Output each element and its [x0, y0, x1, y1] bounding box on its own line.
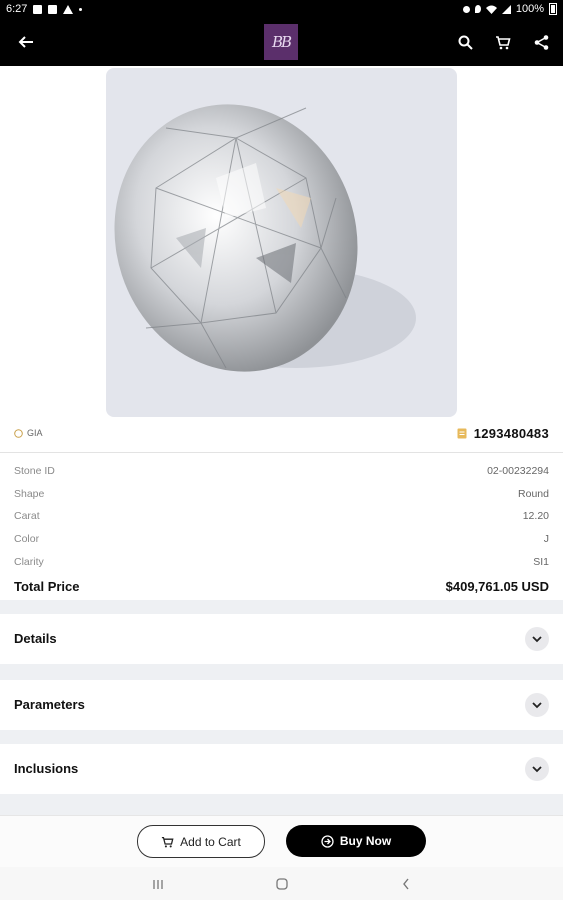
back-arrow-icon	[18, 36, 33, 48]
section-label: Parameters	[14, 697, 85, 712]
lab-name: GIA	[27, 428, 43, 438]
add-to-cart-label: Add to Cart	[180, 834, 241, 849]
section-gap	[0, 794, 563, 815]
total-price-label: Total Price	[14, 579, 80, 595]
expand-button[interactable]	[525, 627, 549, 651]
home-button[interactable]	[272, 875, 292, 893]
section-parameters[interactable]: Parameters	[0, 680, 563, 730]
expand-button[interactable]	[525, 693, 549, 717]
gia-seal-icon	[14, 428, 23, 438]
chevron-down-icon	[532, 701, 542, 708]
system-nav-bar	[0, 867, 563, 900]
status-bar: 6:27 100%	[0, 0, 563, 18]
spec-value: SI1	[533, 555, 549, 568]
section-gap	[0, 730, 563, 744]
warning-icon	[63, 4, 74, 14]
back-chevron-icon	[403, 878, 409, 890]
logo-text: BB	[271, 33, 292, 51]
buy-now-label: Buy Now	[339, 834, 392, 848]
vibrate-icon	[462, 5, 470, 13]
recents-icon	[153, 879, 163, 889]
share-button[interactable]	[529, 30, 553, 54]
dot-icon	[79, 7, 83, 11]
home-icon	[276, 878, 288, 890]
stock-number[interactable]: 1293480483	[457, 426, 549, 441]
spec-value: 12.20	[522, 510, 549, 523]
product-image[interactable]	[106, 68, 457, 417]
back-nav-button[interactable]	[396, 875, 416, 893]
certificate-row: GIA 1293480483	[14, 426, 549, 446]
app-bar: BB	[0, 18, 563, 66]
spec-label: Carat	[14, 510, 40, 523]
search-button[interactable]	[453, 30, 477, 54]
certificate-lab[interactable]: GIA	[14, 428, 43, 438]
battery-icon	[549, 3, 557, 15]
spec-list: Stone ID 02-00232294 Shape Round Carat 1…	[14, 460, 549, 601]
chevron-down-icon	[532, 635, 542, 642]
wifi-icon	[485, 5, 497, 14]
notification-icon	[33, 4, 43, 14]
cart-icon	[162, 836, 174, 847]
spec-row-shape: Shape Round	[14, 483, 549, 506]
spec-row-clarity: Clarity SI1	[14, 550, 549, 573]
search-icon	[458, 35, 473, 50]
location-icon	[474, 5, 481, 13]
spec-label: Clarity	[14, 555, 44, 568]
back-button[interactable]	[14, 30, 38, 54]
section-label: Details	[14, 631, 57, 646]
section-gap	[0, 600, 563, 614]
cart-icon	[496, 35, 511, 49]
spec-row-carat: Carat 12.20	[14, 505, 549, 528]
status-time: 6:27	[6, 3, 28, 15]
spec-value: Round	[518, 487, 549, 500]
add-to-cart-button[interactable]: Add to Cart	[137, 825, 265, 858]
total-price-value: $409,761.05 USD	[445, 579, 549, 595]
total-price-row: Total Price $409,761.05 USD	[14, 573, 549, 601]
section-details[interactable]: Details	[0, 614, 563, 664]
expand-button[interactable]	[525, 757, 549, 781]
section-gap	[0, 664, 563, 680]
spec-row-color: Color J	[14, 528, 549, 551]
diamond-image	[114, 104, 416, 372]
cart-button[interactable]	[491, 30, 515, 54]
spec-row-stone-id: Stone ID 02-00232294	[14, 460, 549, 483]
recents-button[interactable]	[148, 875, 168, 893]
action-bar: Add to Cart Buy Now	[0, 815, 563, 868]
signal-icon	[501, 4, 511, 14]
arrow-circle-icon	[321, 834, 334, 848]
spec-label: Shape	[14, 487, 45, 500]
spec-label: Stone ID	[14, 465, 55, 478]
spec-label: Color	[14, 533, 40, 546]
spec-value: 02-00232294	[487, 465, 549, 478]
share-icon	[534, 34, 548, 50]
divider	[0, 452, 563, 453]
document-icon	[457, 428, 467, 439]
section-inclusions[interactable]: Inclusions	[0, 744, 563, 794]
section-label: Inclusions	[14, 761, 79, 776]
buy-now-button[interactable]: Buy Now	[286, 825, 426, 857]
spec-value: J	[543, 533, 549, 546]
chevron-down-icon	[532, 765, 542, 772]
message-icon	[48, 4, 58, 14]
battery-percent: 100%	[515, 3, 544, 15]
brand-logo[interactable]: BB	[264, 24, 298, 60]
stock-number-value: 1293480483	[473, 426, 549, 441]
